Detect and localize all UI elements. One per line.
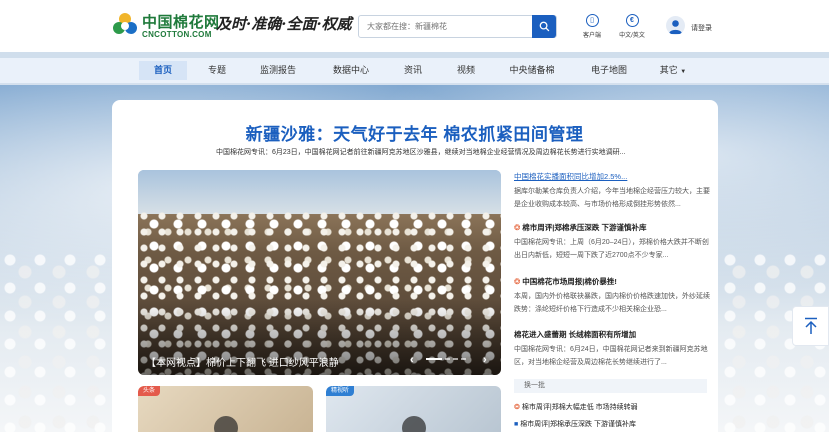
logo-en: CNCOTTON.COM [142,30,212,39]
currency-icon: € [625,14,639,27]
hero-sky [138,170,501,214]
news-title[interactable]: ❂ 中国棉花市场周报|棉价暴挫! [514,276,714,287]
bullet-icon: ■ [514,421,519,428]
ticker-text: 棉市周评|郑棉大幅走低 市场持续转弱 [521,404,638,411]
headline-summary: 中国棉花网专讯：6月23日，中国棉花网记者前往新疆阿克苏地区沙雅县，继续对当地棉… [216,149,626,156]
news-item[interactable]: 棉花进入盛蕾期 长绒棉面积有所增加 中国棉花网专讯：6月24日，中国棉花网记者来… [514,329,714,369]
carousel-dot[interactable] [445,358,450,360]
main-nav: 首页 专题 监测报告 数据中心 资讯 视频 中央储备棉 电子地图 其它 ▼ [0,58,829,83]
hot-icon: ❂ [514,223,521,232]
client-label: 客户端 [582,33,601,39]
nav-more-label: 其它 [659,65,678,75]
login-link[interactable]: 请登录 [691,23,712,33]
language-label: 中文/英文 [619,33,645,39]
news-body: 中国棉花网专讯：上周（6月20–24日），郑棉价格大跌并不断创出日内新低，短短一… [514,239,709,259]
hot-icon: ❂ [514,277,521,286]
thumb-tag: 头条 [138,386,161,396]
thumb-tag: 精视听 [326,386,355,396]
carousel-dot[interactable] [453,358,458,360]
hot-icon: ❂ [514,404,520,411]
chevron-down-icon: ▼ [680,69,687,75]
ticker-item[interactable]: ❂ 棉市周评|郑棉大幅走低 市场持续转弱 [514,402,638,412]
nav-e-map[interactable]: 电子地图 [584,61,634,80]
user-avatar-icon[interactable] [666,16,685,35]
prev-arrow-icon[interactable]: ‹ [410,354,414,366]
ticker-item[interactable]: ■ 棉市周评|郑棉承压深跌 下游谨慎补库 [514,419,636,429]
news-title[interactable]: 棉花进入盛蕾期 长绒棉面积有所增加 [514,329,714,340]
hero-carousel[interactable]: 【本网视点】棉价上下翻飞 进口纱风平浪静 ‹ › [138,170,501,375]
news-body: 本周，国内外价格联袂暴跌，国内棉价价格跌速加快，外纱延续跌势：涤纶短纤价格下行造… [514,293,710,313]
nav-reserve-cotton[interactable]: 中央储备棉 [503,61,561,80]
logo-cn: 中国棉花网 [142,14,220,31]
site-header: 中国棉花网 CNCOTTON.COM 及时·准确·全面·权威 ▯ 客户端 € 中… [0,0,829,52]
news-title-text: 棉市周评|郑棉承压深跌 下游谨慎补库 [522,223,647,232]
video-thumbnail[interactable]: 精视听 [326,386,501,432]
site-logo[interactable]: 中国棉花网 CNCOTTON.COM [112,10,219,42]
search-button[interactable] [532,15,556,38]
nav-topics[interactable]: 专题 [200,61,234,80]
play-icon[interactable] [214,416,238,432]
news-item[interactable]: 中国棉花实播面积同比增加2.5%... 据库尔勒某仓库负责人介绍，今年当地棉企经… [514,171,714,211]
nav-home[interactable]: 首页 [139,61,187,80]
news-item[interactable]: ❂ 中国棉花市场周报|棉价暴挫! 本周，国内外价格联袂暴跌，国内棉价价格跌速加快，… [514,276,714,316]
news-title[interactable]: ❂ 棉市周评|郑棉承压深跌 下游谨慎补库 [514,222,714,233]
news-body: 中国棉花网专讯：6月24日，中国棉花网记者来到新疆阿克苏地区，对当地棉企经营及周… [514,346,708,366]
carousel-dot[interactable] [426,358,442,360]
nav-data-center[interactable]: 数据中心 [326,61,376,80]
ticker-text: 棉市周评|郑棉承压深跌 下游谨慎补库 [520,421,636,428]
news-title-text: 中国棉花市场周报|棉价暴挫! [522,277,617,286]
nav-news[interactable]: 资讯 [398,61,428,80]
slogan: 及时·准确·全面·权威 [216,15,352,33]
cotton-logo-icon [113,13,137,34]
search-icon [539,21,549,32]
nav-reports[interactable]: 监测报告 [252,61,304,80]
arrow-up-icon [804,317,817,334]
news-item[interactable]: ❂ 棉市周评|郑棉承压深跌 下游谨慎补库 中国棉花网专讯：上周（6月20–24日）… [514,222,714,262]
news-body: 据库尔勒某仓库负责人介绍，今年当地棉企经营压力较大，主要是企业收购成本较高、与市… [514,188,710,208]
back-to-top-button[interactable] [792,306,829,346]
phone-icon: ▯ [585,14,599,27]
play-icon[interactable] [402,416,426,432]
search-input[interactable] [359,16,533,37]
video-thumbnail[interactable]: 头条 [138,386,313,432]
client-app-link[interactable]: ▯ 客户端 [572,14,612,39]
headline-title[interactable]: 新疆沙雅：天气好于去年 棉农抓紧田间管理 [0,120,829,145]
nav-more[interactable]: 其它 ▼ [653,61,693,80]
change-batch-button[interactable]: 换一批 [514,379,707,393]
news-title[interactable]: 中国棉花实播面积同比增加2.5%... [514,171,714,182]
carousel-dot[interactable] [461,358,466,360]
nav-video[interactable]: 视频 [449,61,483,80]
language-switch[interactable]: € 中文/英文 [612,14,652,39]
next-arrow-icon[interactable]: › [483,354,487,366]
search-box [358,15,557,38]
hero-caption[interactable]: 【本网视点】棉价上下翻飞 进口纱风平浪静 [146,354,339,369]
